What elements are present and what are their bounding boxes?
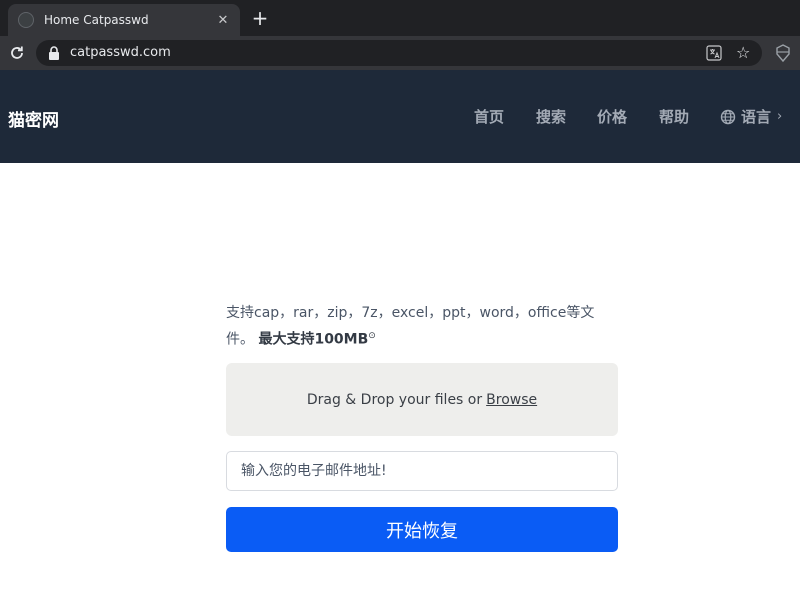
reload-button[interactable] [6, 42, 28, 64]
reload-icon [11, 46, 23, 59]
nav-item-help[interactable]: 帮助 [659, 106, 689, 127]
site-header: 猫密网 首页 搜索 价格 帮助 语言 › [0, 70, 800, 163]
address-bar[interactable]: catpasswd.com ☆ [36, 40, 762, 66]
browser-toolbar: catpasswd.com ☆ [0, 36, 800, 70]
extension-icon[interactable] [774, 43, 792, 63]
language-selector[interactable]: 语言 › [720, 106, 782, 127]
tab-title: Home Catpasswd [44, 13, 149, 27]
supported-formats-text: 支持cap，rar，zip，7z，excel，ppt，word，office等文… [226, 302, 618, 352]
info-icon[interactable]: ⊙ [368, 331, 376, 341]
tab-close-button[interactable]: ✕ [214, 13, 232, 28]
max-size-text: 最大支持100MB [258, 331, 369, 348]
browser-tab-bar: Home Catpasswd ✕ + [0, 0, 800, 36]
globe-icon [720, 109, 736, 124]
file-dropzone[interactable]: Drag & Drop your files or Browse [226, 363, 618, 436]
nav-item-pricing[interactable]: 价格 [597, 106, 627, 127]
bookmark-star-icon[interactable]: ☆ [736, 43, 750, 62]
main-nav: 首页 搜索 价格 帮助 语言 › [0, 106, 800, 128]
chevron-right-icon: › [777, 109, 783, 124]
email-input[interactable] [226, 451, 618, 491]
nav-item-search[interactable]: 搜索 [536, 106, 566, 127]
new-tab-button[interactable]: + [250, 7, 270, 31]
translate-icon[interactable] [706, 45, 722, 61]
url-text[interactable]: catpasswd.com [70, 45, 171, 60]
start-recovery-button[interactable]: 开始恢复 [226, 507, 618, 552]
dropzone-text: Drag & Drop your files or [306, 391, 483, 408]
browse-link[interactable]: Browse [486, 392, 537, 408]
favicon-icon [18, 12, 34, 28]
browser-tab[interactable]: Home Catpasswd ✕ [8, 4, 240, 36]
language-label: 语言 [741, 108, 772, 126]
nav-item-home[interactable]: 首页 [474, 106, 504, 127]
lock-icon [49, 46, 59, 60]
